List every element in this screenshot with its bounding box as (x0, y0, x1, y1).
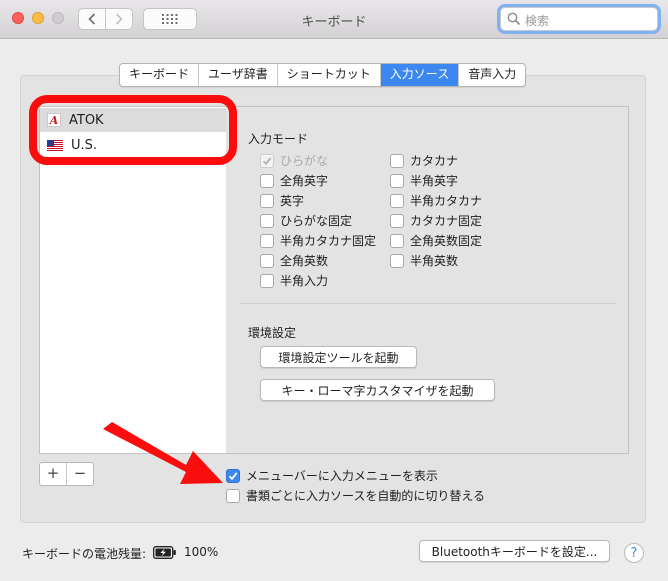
checkbox-box[interactable] (260, 213, 274, 228)
checkbox-show-input-menu[interactable]: メニューバーに入力メニューを表示 (226, 467, 438, 484)
checkmark-icon (262, 156, 272, 165)
battery-percentage: 100% (184, 545, 219, 559)
checkbox-box[interactable] (226, 468, 240, 483)
checkbox-hankaku-eiji[interactable]: 半角英字 (390, 172, 458, 189)
checkbox-label: カタカナ (410, 154, 459, 168)
checkbox-box[interactable] (260, 173, 274, 188)
checkbox-box[interactable] (260, 193, 274, 208)
annotation-arrow-icon (103, 422, 223, 484)
checkbox-katakana[interactable]: カタカナ (390, 152, 458, 169)
checkbox-label: 半角カタカナ固定 (280, 234, 377, 248)
checkbox-zenkaku-eiji[interactable]: 全角英字 (260, 172, 328, 189)
checkbox-label: ひらがな固定 (280, 214, 353, 228)
checkbox-hiragana-kotei[interactable]: ひらがな固定 (260, 212, 352, 229)
checkbox-label: 全角英数固定 (410, 234, 483, 248)
checkbox-hankaku-nyuryoku[interactable]: 半角入力 (260, 272, 328, 289)
checkbox-label: 半角英数 (410, 254, 459, 268)
checkbox-auto-switch-source[interactable]: 書類ごとに入力ソースを自動的に切り替える (226, 487, 485, 504)
remove-source-button[interactable]: − (67, 463, 93, 485)
checkbox-box[interactable] (226, 488, 240, 503)
checkbox-label: ひらがな (280, 154, 329, 168)
checkbox-hankaku-eisu[interactable]: 半角英数 (390, 252, 458, 269)
tab-dictation[interactable]: 音声入力 (459, 64, 525, 86)
checkbox-box[interactable] (390, 213, 404, 228)
checkbox-box[interactable] (260, 273, 274, 288)
search-icon (507, 12, 521, 26)
checkbox-box[interactable] (390, 233, 404, 248)
checkbox-label: 英字 (280, 194, 305, 208)
checkbox-label: 半角カタカナ (410, 194, 483, 208)
setup-bluetooth-keyboard-button[interactable]: Bluetoothキーボードを設定... (419, 540, 610, 562)
checkbox-katakana-kotei[interactable]: カタカナ固定 (390, 212, 482, 229)
checkbox-box[interactable] (390, 253, 404, 268)
checkbox-box[interactable] (260, 233, 274, 248)
checkbox-eiji[interactable]: 英字 (260, 192, 304, 209)
search-field[interactable]: 検索 (500, 7, 658, 31)
tab-bar: キーボード ユーザ辞書 ショートカット 入力ソース 音声入力 (119, 63, 527, 87)
checkbox-hankaku-katakana-kotei[interactable]: 半角カタカナ固定 (260, 232, 376, 249)
checkbox-box[interactable] (260, 253, 274, 268)
checkbox-label: 全角英数 (280, 254, 329, 268)
tab-user-dictionary[interactable]: ユーザ辞書 (199, 64, 278, 86)
list-add-remove-controls: + − (39, 462, 94, 486)
checkbox-label: 書類ごとに入力ソースを自動的に切り替える (246, 489, 486, 503)
checkbox-box[interactable] (390, 173, 404, 188)
battery-charging-icon (153, 546, 176, 559)
tab-keyboard[interactable]: キーボード (120, 64, 200, 86)
input-mode-heading: 入力モード (248, 132, 309, 146)
checkbox-zenkaku-eisu-kotei[interactable]: 全角英数固定 (390, 232, 482, 249)
checkbox-zenkaku-eisu[interactable]: 全角英数 (260, 252, 328, 269)
checkbox-label: カタカナ固定 (410, 214, 483, 228)
checkbox-label: 半角英字 (410, 174, 459, 188)
help-button[interactable]: ? (624, 543, 644, 563)
checkbox-label: 半角入力 (280, 274, 329, 288)
checkbox-label: 全角英字 (280, 174, 329, 188)
add-source-button[interactable]: + (40, 463, 67, 485)
tab-input-sources[interactable]: 入力ソース (380, 64, 460, 86)
checkmark-icon (228, 471, 238, 480)
checkbox-box[interactable] (260, 153, 274, 168)
search-placeholder: 検索 (525, 14, 550, 28)
checkbox-hiragana[interactable]: ひらがな (260, 152, 328, 169)
checkbox-label: メニューバーに入力メニューを表示 (246, 469, 438, 483)
battery-level-label: キーボードの電池残量: (22, 547, 147, 561)
checkbox-hankaku-katakana[interactable]: 半角カタカナ (390, 192, 482, 209)
checkbox-box[interactable] (390, 153, 404, 168)
launch-romaji-customizer-button[interactable]: キー・ローマ字カスタマイザを起動 (260, 379, 495, 401)
launch-env-tool-button[interactable]: 環境設定ツールを起動 (260, 346, 417, 368)
checkbox-box[interactable] (390, 193, 404, 208)
title-bar: キーボード 検索 (0, 0, 668, 39)
annotation-highlight-box (29, 95, 237, 165)
section-divider (240, 303, 616, 304)
env-settings-heading: 環境設定 (248, 326, 297, 340)
tab-shortcuts[interactable]: ショートカット (278, 64, 381, 86)
